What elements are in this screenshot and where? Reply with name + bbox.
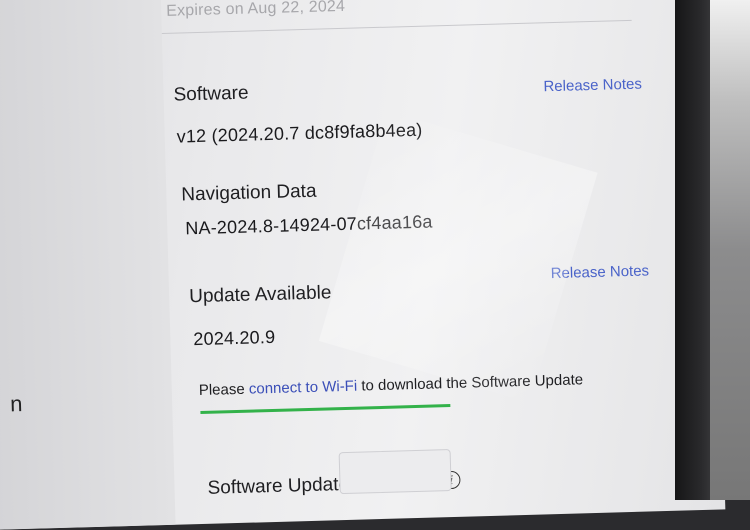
divider — [161, 19, 632, 34]
screen-glare — [318, 110, 598, 403]
navigation-data-label: Navigation Data — [181, 180, 317, 206]
left-panel: n — [0, 0, 176, 530]
wifi-message-suffix: to download the Software Update — [356, 371, 584, 395]
left-panel-partial-text: n — [9, 390, 23, 417]
background-outside — [710, 0, 750, 500]
update-available-label: Update Available — [188, 282, 332, 308]
software-label: Software — [173, 82, 249, 106]
update-version: 2024.20.9 — [193, 326, 276, 350]
download-progress-fill — [200, 404, 451, 415]
expires-text: Expires on Aug 22, 2024 — [165, 0, 346, 20]
software-version: v12 (2024.20.7 dc8f9fa8b4ea) — [176, 119, 423, 147]
update-preference-selector[interactable] — [338, 449, 452, 495]
software-release-notes-link[interactable]: Release Notes — [543, 76, 642, 96]
wifi-message: Please connect to Wi-Fi to download the … — [199, 371, 584, 399]
update-release-notes-link[interactable]: Release Notes — [550, 262, 649, 282]
download-progress-bar — [200, 404, 451, 415]
touchscreen-display: n Expires on Aug 22, 2024 Software Relea… — [0, 0, 726, 530]
wifi-message-prefix: Please — [198, 380, 250, 400]
navigation-data-version: NA-2024.8-14924-07cf4aa16a — [185, 211, 433, 239]
connect-wifi-link[interactable]: connect to Wi-Fi — [249, 378, 358, 398]
